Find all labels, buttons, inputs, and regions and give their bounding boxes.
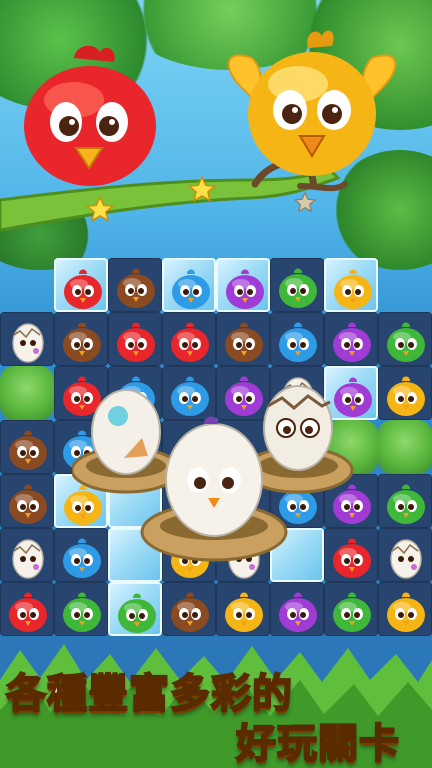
purple-chick-icon[interactable] [276,589,320,633]
yellow-bird [227,30,397,176]
game-screen: 各種豐富多彩的 好玩關卡 [0,0,432,768]
bush-tile[interactable] [0,366,54,420]
board-cell[interactable] [0,420,54,474]
red-chick-icon[interactable] [168,319,212,363]
egg-icon[interactable] [6,319,50,363]
board-cell[interactable] [216,582,270,636]
brown-chick-icon[interactable] [168,589,212,633]
brown-chick-icon[interactable] [114,265,158,309]
yellow-chick-icon[interactable] [222,589,266,633]
board-cell[interactable] [0,474,54,528]
green-chick-icon[interactable] [60,589,104,633]
board-cell[interactable] [108,582,162,636]
yellow-chick-icon[interactable] [384,589,428,633]
board-cell[interactable] [270,582,324,636]
green-chick-icon[interactable] [384,481,428,525]
board-cell[interactable] [54,312,108,366]
green-chick-icon[interactable] [330,589,374,633]
star-icon [86,196,114,223]
bush-tile[interactable] [378,420,432,474]
board-cell[interactable] [54,582,108,636]
board-cell[interactable] [270,258,324,312]
green-chick-icon[interactable] [384,319,428,363]
brown-chick-icon[interactable] [222,319,266,363]
board-cell[interactable] [216,312,270,366]
board-cell[interactable] [270,312,324,366]
board-cell[interactable] [324,312,378,366]
board-cell[interactable] [378,366,432,420]
headline-line-2: 好玩關卡 [235,720,400,768]
board-cell[interactable] [162,258,216,312]
board-cell[interactable] [378,528,432,582]
board-cell[interactable] [378,474,432,528]
purple-chick-icon[interactable] [223,266,267,310]
egg-icon[interactable] [384,535,428,579]
board-cell[interactable] [324,258,378,312]
blue-chick-icon[interactable] [276,319,320,363]
board-cell[interactable] [162,582,216,636]
red-chick-icon[interactable] [61,266,105,310]
board-cell[interactable] [108,312,162,366]
red-chick-icon[interactable] [6,589,50,633]
green-chick-icon[interactable] [276,265,320,309]
board-cell[interactable] [216,258,270,312]
board-cell[interactable] [0,528,54,582]
promo-headline: 各種豐富多彩的 好玩關卡 [0,655,432,768]
purple-chick-icon[interactable] [330,319,374,363]
yellow-chick-icon[interactable] [331,266,375,310]
yellow-chick-icon[interactable] [384,373,428,417]
red-bird [24,45,156,186]
board-cell[interactable] [108,258,162,312]
board-cell[interactable] [378,312,432,366]
red-chick-icon[interactable] [114,319,158,363]
board-cell[interactable] [54,258,108,312]
brown-chick-icon[interactable] [6,481,50,525]
board-cell[interactable] [324,582,378,636]
board-cell[interactable] [0,312,54,366]
board-cell[interactable] [162,312,216,366]
green-chick-icon[interactable] [115,590,159,634]
board-cell[interactable] [0,582,54,636]
blue-chick-icon[interactable] [169,266,213,310]
board-cell[interactable] [378,582,432,636]
brown-chick-icon[interactable] [60,319,104,363]
nest-group[interactable] [72,362,362,582]
egg-icon[interactable] [6,535,50,579]
star-icon [294,192,316,213]
brown-chick-icon[interactable] [6,427,50,471]
